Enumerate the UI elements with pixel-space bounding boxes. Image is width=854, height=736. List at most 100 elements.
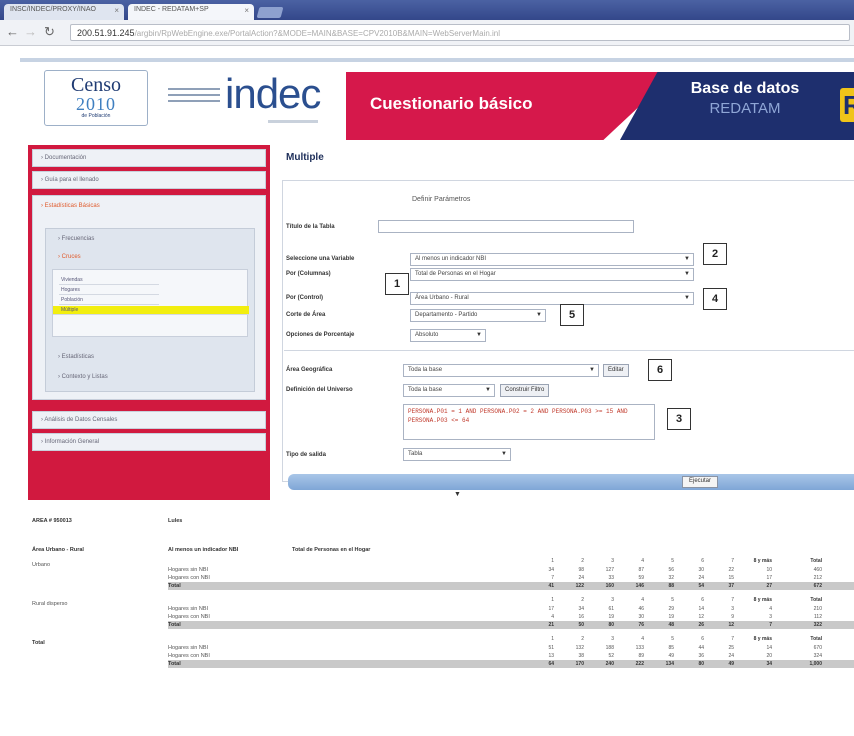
callout-4: 4: [703, 288, 727, 310]
url-path: /argbin/RpWebEngine.exe/PortalAction?&MO…: [134, 29, 500, 38]
table-cell: 3: [769, 614, 772, 620]
column-header: 2: [581, 636, 584, 642]
column-header: 4: [641, 558, 644, 564]
columnas-select[interactable]: Total de Personas en el Hogar ▼: [410, 268, 694, 281]
sidebar-item-estadisticas[interactable]: › Estadísticas Básicas: [41, 203, 100, 209]
table-cell: 7: [769, 622, 772, 628]
dropdown-arrow-icon: ▼: [476, 332, 482, 338]
table-cell: 212: [813, 575, 822, 581]
dropdown-arrow-icon: ▼: [589, 367, 595, 373]
row-label: Total: [168, 583, 181, 589]
table-cell: 27: [766, 583, 772, 589]
new-tab-button[interactable]: [256, 7, 284, 18]
col-header-area: Área Urbano - Rural: [32, 547, 84, 553]
url-input[interactable]: 200.51.91.245/argbin/RpWebEngine.exe/Por…: [70, 24, 850, 41]
base-datos-title: Base de datos: [690, 80, 800, 97]
table-cell: 19: [668, 614, 674, 620]
callout-6: 6: [648, 359, 672, 381]
table-cell: 324: [813, 653, 822, 659]
sidebar-item-guia[interactable]: › Guía para el llenado: [32, 171, 266, 189]
construir-filtro-button[interactable]: Construir Filtro: [500, 384, 550, 397]
column-header: 2: [581, 597, 584, 603]
table-cell: 132: [575, 645, 584, 651]
indec-logo[interactable]: indec: [225, 72, 321, 116]
table-cell: 49: [728, 661, 734, 667]
sidebar-item-contexto[interactable]: › Contexto y Listas: [52, 371, 248, 385]
column-header: 8 y más: [753, 597, 772, 603]
dropdown-arrow-icon: ▼: [684, 295, 690, 301]
callout-5: 5: [560, 304, 584, 326]
redatam-logo[interactable]: R: [840, 88, 854, 122]
browser-tab[interactable]: INSC/INDEC/PROXY/INAO ×: [4, 4, 124, 20]
table-cell: 50: [578, 622, 584, 628]
table-cell: 49: [668, 653, 674, 659]
area-select[interactable]: Toda la base ▼: [403, 364, 599, 377]
close-icon[interactable]: ×: [114, 6, 119, 15]
corte-label: Corte de Área: [286, 312, 326, 318]
leaf-hogares[interactable]: Hogares: [59, 286, 159, 295]
tab-label: INDEC - REDATAM+SP: [134, 6, 209, 13]
close-icon[interactable]: ×: [244, 6, 249, 15]
variable-select[interactable]: Al menos un indicador NBI ▼: [410, 253, 694, 266]
sidebar-item-estadisticas-sub[interactable]: › Estadísticas: [52, 351, 248, 365]
control-select[interactable]: Área Urbano - Rural ▼: [410, 292, 694, 305]
column-header: 7: [731, 597, 734, 603]
forward-icon[interactable]: →: [24, 25, 37, 39]
back-icon[interactable]: ←: [6, 25, 19, 39]
porcentaje-label: Opciones de Porcentaje: [286, 332, 355, 338]
table-cell: 24: [698, 575, 704, 581]
browser-tab-active[interactable]: INDEC - REDATAM+SP ×: [128, 4, 254, 20]
table-cell: 1,000: [809, 661, 822, 667]
down-arrow-icon: ▼: [454, 491, 461, 498]
table-cell: 19: [608, 614, 614, 620]
column-header: 8 y más: [753, 636, 772, 642]
filter-textarea[interactable]: PERSONA.P01 = 1 AND PERSONA.P02 = 2 AND …: [403, 404, 655, 440]
column-header: 5: [671, 597, 674, 603]
column-header: 6: [701, 636, 704, 642]
table-cell: 188: [605, 645, 614, 651]
reload-icon[interactable]: ↻: [44, 25, 55, 39]
table-cell: 322: [813, 622, 822, 628]
table-cell: 59: [638, 575, 644, 581]
sidebar-item-analisis[interactable]: › Análisis de Datos Censales: [32, 411, 266, 429]
table-cell: 80: [608, 622, 614, 628]
sidebar-item-documentacion[interactable]: › Documentación: [32, 149, 266, 167]
sidebar-section-estadisticas: › Estadísticas Básicas › Frecuencias › C…: [32, 195, 266, 400]
table-cell: 146: [635, 583, 644, 589]
table-cell: 12: [698, 614, 704, 620]
column-header: 1: [551, 636, 554, 642]
table-cell: 56: [668, 567, 674, 573]
universo-select[interactable]: Toda la base ▼: [403, 384, 495, 397]
table-cell: 16: [578, 614, 584, 620]
table-cell: 61: [608, 606, 614, 612]
column-header: 1: [551, 558, 554, 564]
table-cell: 170: [575, 661, 584, 667]
dropdown-arrow-icon: ▼: [684, 256, 690, 262]
table-cell: 122: [575, 583, 584, 589]
leaf-poblacion[interactable]: Población: [59, 296, 159, 305]
censo-logo[interactable]: Censo 2010 de Población: [44, 70, 148, 126]
dropdown-arrow-icon: ▼: [684, 271, 690, 277]
table-cell: 460: [813, 567, 822, 573]
corte-select[interactable]: Departamento - Partido ▼: [410, 309, 546, 322]
editar-button[interactable]: Editar: [603, 364, 629, 377]
col-header-personas: Total de Personas en el Hogar: [292, 547, 371, 553]
row-label: Total: [168, 622, 181, 628]
sidebar-item-cruces[interactable]: › Cruces: [52, 251, 248, 265]
titulo-input[interactable]: [378, 220, 634, 233]
sidebar-item-informacion[interactable]: › Información General: [32, 433, 266, 451]
table-cell: 14: [698, 606, 704, 612]
column-header: 4: [641, 597, 644, 603]
ejecutar-button[interactable]: Ejecutar: [682, 476, 719, 488]
col-header-nbi: Al menos un indicador NBI: [168, 547, 239, 553]
salida-select[interactable]: Tabla ▼: [403, 448, 511, 461]
column-header: 8 y más: [753, 558, 772, 564]
sidebar-item-frecuencias[interactable]: › Frecuencias: [52, 233, 248, 247]
table-cell: 30: [638, 614, 644, 620]
leaf-viviendas[interactable]: Viviendas: [59, 276, 159, 285]
table-cell: 210: [813, 606, 822, 612]
leaf-multiple[interactable]: Múltiple: [53, 306, 249, 315]
table-cell: 37: [728, 583, 734, 589]
table-cell: 672: [813, 583, 822, 589]
porcentaje-select[interactable]: Absoluto ▼: [410, 329, 486, 342]
